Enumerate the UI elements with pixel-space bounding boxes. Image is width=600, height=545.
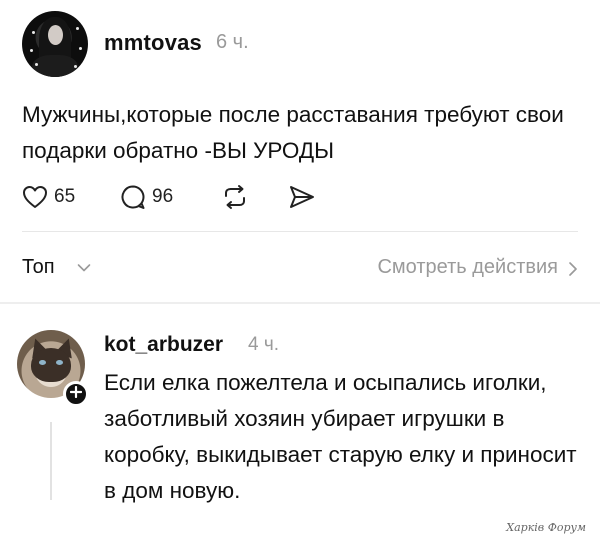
like-button[interactable]: 65 <box>22 182 75 212</box>
sort-dropdown[interactable]: Топ <box>22 256 55 279</box>
repost-icon <box>221 184 249 210</box>
divider <box>22 231 578 232</box>
follow-button[interactable] <box>63 381 89 407</box>
chevron-down-icon[interactable] <box>77 260 91 278</box>
repost-button[interactable] <box>221 182 249 212</box>
reply-username[interactable]: kot_arbuzer <box>104 333 223 357</box>
reply-text: Если елка пожелтела и осыпались иголки, … <box>104 370 577 503</box>
section-divider <box>0 302 600 304</box>
send-icon <box>288 184 316 210</box>
reply-button[interactable]: 96 <box>120 182 173 212</box>
plus-icon <box>69 385 83 403</box>
avatar-mmtovas[interactable] <box>22 11 88 77</box>
sort-row: Топ Смотреть действия <box>22 256 578 284</box>
reply-time: 4 ч. <box>248 334 280 355</box>
view-actions-link[interactable]: Смотреть действия <box>377 256 558 279</box>
comment-icon <box>120 184 146 210</box>
like-count: 65 <box>54 186 76 207</box>
watermark: Харків Форум <box>506 521 586 534</box>
post-time: 6 ч. <box>216 31 249 53</box>
post-text: Мужчины,которые после расставания требую… <box>22 102 564 163</box>
share-button[interactable] <box>288 182 316 212</box>
post-username[interactable]: mmtovas <box>104 30 202 56</box>
thread-line <box>50 422 52 500</box>
chevron-right-icon[interactable] <box>568 261 578 282</box>
heart-icon <box>22 185 48 209</box>
reply-count: 96 <box>152 186 174 207</box>
